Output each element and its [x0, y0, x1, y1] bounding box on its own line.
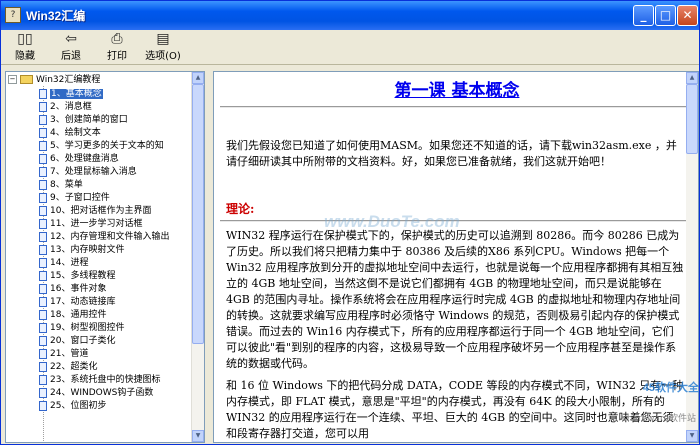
- page-icon: [39, 283, 47, 294]
- contents-tree[interactable]: − Win32汇编教程 1、基本概念 2、消息框 3、创建简单的窗口 4、绘制文本…: [5, 71, 205, 443]
- tree-item[interactable]: 13、内存映射文件: [39, 244, 191, 257]
- page-icon: [39, 322, 47, 333]
- page-icon: [39, 179, 47, 190]
- tree-item[interactable]: 2、消息框: [39, 101, 191, 114]
- scroll-down-icon[interactable]: ▼: [686, 430, 698, 442]
- site-badge-sub: shareware软件站: [622, 414, 696, 424]
- page-icon: [39, 101, 47, 112]
- page-icon: [39, 192, 47, 203]
- tree-item[interactable]: 18、通用控件: [39, 309, 191, 322]
- tree-item[interactable]: 12、内存管理和文件输入输出: [39, 231, 191, 244]
- page-icon: [39, 309, 47, 320]
- page-icon: [39, 387, 47, 398]
- tree-item[interactable]: 5、学习更多的关于文本的知: [39, 140, 191, 153]
- title-bar[interactable]: ? Win32汇编 _ □ ✕: [1, 1, 699, 30]
- tree-scrollbar[interactable]: ▲ ▼: [191, 72, 204, 442]
- page-icon: [39, 348, 47, 359]
- tree-item[interactable]: 3、创建简单的窗口: [39, 114, 191, 127]
- page-icon: [39, 270, 47, 281]
- tree-item[interactable]: 1、基本概念: [39, 88, 191, 101]
- help-window: ? Win32汇编 _ □ ✕ ▯▯ 隐藏 ⇦ 后退 ⎙ 打印 ▤ 选项(O) …: [0, 0, 700, 445]
- tree-item[interactable]: 21、管道: [39, 348, 191, 361]
- watermark: www.DuoTe.com: [324, 212, 460, 231]
- page-icon: [39, 244, 47, 255]
- content-scroll-thumb[interactable]: [686, 84, 698, 154]
- toolbar: ▯▯ 隐藏 ⇦ 后退 ⎙ 打印 ▤ 选项(O): [1, 30, 699, 65]
- tree-item[interactable]: 25、位图初步: [39, 400, 191, 413]
- options-button[interactable]: ▤ 选项(O): [141, 31, 185, 62]
- section-title: 理论:: [226, 202, 255, 216]
- page-icon: [39, 114, 47, 125]
- page-icon: [39, 127, 47, 138]
- body-paragraph: WIN32 程序运行在保护模式下的，保护模式的历史可以追溯到 80286。而今 …: [226, 229, 684, 370]
- maximize-button[interactable]: □: [655, 5, 676, 26]
- scroll-up-icon[interactable]: ▲: [192, 72, 204, 84]
- scroll-down-icon[interactable]: ▼: [192, 430, 204, 442]
- printer-icon: ⎙: [111, 31, 123, 47]
- back-button[interactable]: ⇦ 后退: [53, 31, 89, 62]
- tree-root-label: Win32汇编教程: [36, 75, 101, 85]
- scroll-up-icon[interactable]: ▲: [686, 72, 698, 84]
- page-icon: [39, 153, 47, 164]
- tree-item[interactable]: 9、子窗口控件: [39, 192, 191, 205]
- intro-paragraph: 我们先假设您已知道了如何使用MASM。如果您还不知道的话，请下载win32asm…: [226, 139, 677, 168]
- help-app-icon: ?: [5, 7, 21, 23]
- tree-item[interactable]: 6、处理键盘消息: [39, 153, 191, 166]
- hide-icon: ▯▯: [17, 31, 33, 47]
- page-icon: [39, 88, 47, 99]
- collapse-icon[interactable]: −: [8, 75, 17, 84]
- options-icon: ▤: [156, 31, 170, 47]
- tree-item[interactable]: 11、进一步学习对话框: [39, 218, 191, 231]
- page-icon: [39, 257, 47, 268]
- page-icon: [39, 335, 47, 346]
- page-icon: [39, 400, 47, 411]
- body-paragraph: 和 16 位 Windows 下的把代码分成 DATA，CODE 等段的内存模式…: [226, 379, 684, 440]
- tree-scroll-thumb[interactable]: [192, 84, 204, 344]
- tree-item[interactable]: 15、多线程教程: [39, 270, 191, 283]
- page-icon: [39, 218, 47, 229]
- tree-item[interactable]: 20、窗口子类化: [39, 335, 191, 348]
- tree-item[interactable]: 7、处理鼠标输入消息: [39, 166, 191, 179]
- page-icon: [39, 361, 47, 372]
- page-icon: [39, 231, 47, 242]
- close-button[interactable]: ✕: [677, 5, 698, 26]
- tree-item[interactable]: 4、绘制文本: [39, 127, 191, 140]
- page-icon: [39, 374, 47, 385]
- tree-item[interactable]: 24、WINDOWS钩子函数: [39, 387, 191, 400]
- tree-item[interactable]: 17、动态链接库: [39, 296, 191, 309]
- back-label: 后退: [61, 51, 81, 62]
- tree-item[interactable]: 23、系统托盘中的快捷图标: [39, 374, 191, 387]
- back-arrow-icon: ⇦: [65, 31, 77, 47]
- page-icon: [39, 205, 47, 216]
- minimize-button[interactable]: _: [633, 5, 654, 26]
- tree-root[interactable]: − Win32汇编教程: [8, 74, 100, 87]
- tree-item[interactable]: 14、进程: [39, 257, 191, 270]
- page-icon: [39, 296, 47, 307]
- tree-item[interactable]: 19、树型视图控件: [39, 322, 191, 335]
- tree-item[interactable]: 8、菜单: [39, 179, 191, 192]
- lesson-heading: 第一课 基本概念: [394, 81, 520, 101]
- divider: [220, 106, 696, 108]
- page-icon: [39, 140, 47, 151]
- tree-item[interactable]: 10、把对话框作为主界面: [39, 205, 191, 218]
- tree-item[interactable]: 16、事件对象: [39, 283, 191, 296]
- print-button[interactable]: ⎙ 打印: [99, 31, 135, 62]
- options-label: 选项(O): [145, 51, 181, 62]
- hide-label: 隐藏: [15, 51, 35, 62]
- page-icon: [39, 166, 47, 177]
- open-folder-icon: [20, 75, 33, 84]
- tree-item[interactable]: 22、超类化: [39, 361, 191, 374]
- pane-splitter[interactable]: [207, 71, 211, 443]
- content-pane: 第一课 基本概念 我们先假设您已知道了如何使用MASM。如果您还不知道的话，请下…: [213, 71, 699, 443]
- window-title: Win32汇编: [26, 9, 86, 23]
- hide-button[interactable]: ▯▯ 隐藏: [7, 31, 43, 62]
- print-label: 打印: [107, 51, 127, 62]
